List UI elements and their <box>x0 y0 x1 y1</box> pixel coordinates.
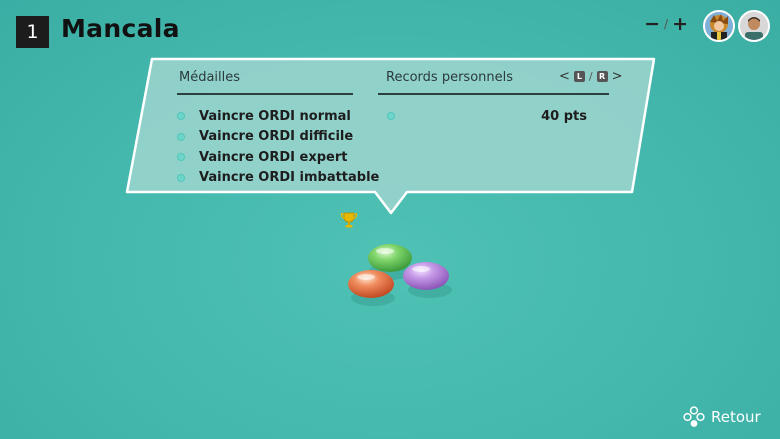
prev-page-icon[interactable]: < <box>559 69 570 84</box>
record-page-nav: < L / R > <box>559 69 623 84</box>
back-label: Retour <box>711 408 761 426</box>
medal-locked-icon <box>177 132 185 141</box>
record-score: 40 pts <box>541 108 587 124</box>
remove-player-button[interactable]: − <box>644 13 660 35</box>
add-player-button[interactable]: + <box>672 13 688 35</box>
next-page-icon[interactable]: > <box>612 69 623 84</box>
game-title: Mancala <box>61 14 180 43</box>
medal-locked-icon <box>177 112 185 121</box>
medal-item: Vaincre ORDI normal <box>177 106 379 127</box>
medal-label: Vaincre ORDI difficile <box>199 129 354 145</box>
medal-item: Vaincre ORDI imbattable <box>177 168 379 189</box>
medal-list: Vaincre ORDI normal Vaincre ORDI diffici… <box>177 106 379 188</box>
records-header-divider <box>378 93 609 95</box>
mancala-stones-graphic <box>340 238 455 322</box>
medal-locked-icon <box>177 153 185 162</box>
medal-label: Vaincre ORDI expert <box>199 149 348 165</box>
medal-label: Vaincre ORDI normal <box>199 108 351 124</box>
medal-locked-icon <box>177 173 185 182</box>
player-control-separator: / <box>664 17 669 31</box>
purple-stone <box>403 262 449 290</box>
player-count-control: − / + <box>644 13 688 35</box>
r-button-icon[interactable]: R <box>596 71 608 82</box>
player-1-avatar[interactable] <box>703 10 735 42</box>
back-button[interactable]: Retour <box>683 406 761 428</box>
medals-header-divider <box>177 93 353 95</box>
personal-record-row: 40 pts <box>387 106 587 126</box>
green-stone <box>368 244 412 272</box>
red-stone <box>348 270 394 298</box>
player-2-avatar[interactable] <box>738 10 770 42</box>
game-number-badge: 1 <box>16 16 49 48</box>
medals-header: Médailles <box>179 70 241 85</box>
nav-separator: / <box>588 70 593 83</box>
controller-buttons-icon <box>683 406 705 427</box>
medal-label: Vaincre ORDI imbattable <box>199 170 380 186</box>
stats-panel: Médailles Records personnels < L / R > V… <box>125 56 656 216</box>
trophy-icon <box>340 211 358 233</box>
records-header: Records personnels <box>386 70 514 85</box>
medal-item: Vaincre ORDI difficile <box>177 127 379 148</box>
l-button-icon[interactable]: L <box>573 71 585 82</box>
medal-item: Vaincre ORDI expert <box>177 147 379 168</box>
record-marker-icon <box>387 112 395 120</box>
